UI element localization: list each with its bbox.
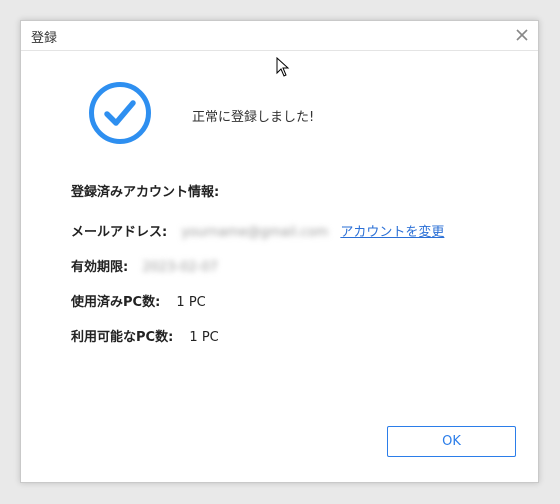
expiry-row: 有効期限: 2023-02-07 [71, 256, 218, 275]
used-pc-label: 使用済みPC数: [71, 295, 161, 310]
title-bar: 登録 [21, 21, 538, 51]
mouse-cursor-icon [276, 57, 290, 77]
check-circle-icon [89, 82, 151, 144]
close-icon [516, 29, 528, 41]
available-pc-row: 利用可能なPC数: 1 PC [71, 326, 219, 345]
registration-dialog: 登録 正常に登録しました! 登録済みアカウント情報: メールアドレス: your… [20, 20, 539, 483]
email-row: メールアドレス: yourname@gmail.com アカウントを変更 [71, 221, 444, 240]
dialog-title: 登録 [31, 31, 58, 46]
success-message: 正常に登録しました! [192, 110, 315, 125]
used-pc-value: 1 PC [176, 295, 206, 310]
email-label: メールアドレス: [71, 225, 168, 240]
used-pc-row: 使用済みPC数: 1 PC [71, 291, 206, 310]
email-value: yourname@gmail.com [181, 225, 329, 240]
available-pc-value: 1 PC [189, 330, 219, 345]
expiry-value: 2023-02-07 [142, 260, 218, 275]
close-button[interactable] [512, 25, 532, 45]
account-info-heading: 登録済みアカウント情報: [71, 185, 220, 200]
change-account-link[interactable]: アカウントを変更 [340, 225, 444, 240]
available-pc-label: 利用可能なPC数: [71, 330, 174, 345]
expiry-label: 有効期限: [71, 260, 129, 275]
ok-button[interactable]: OK [387, 426, 516, 457]
